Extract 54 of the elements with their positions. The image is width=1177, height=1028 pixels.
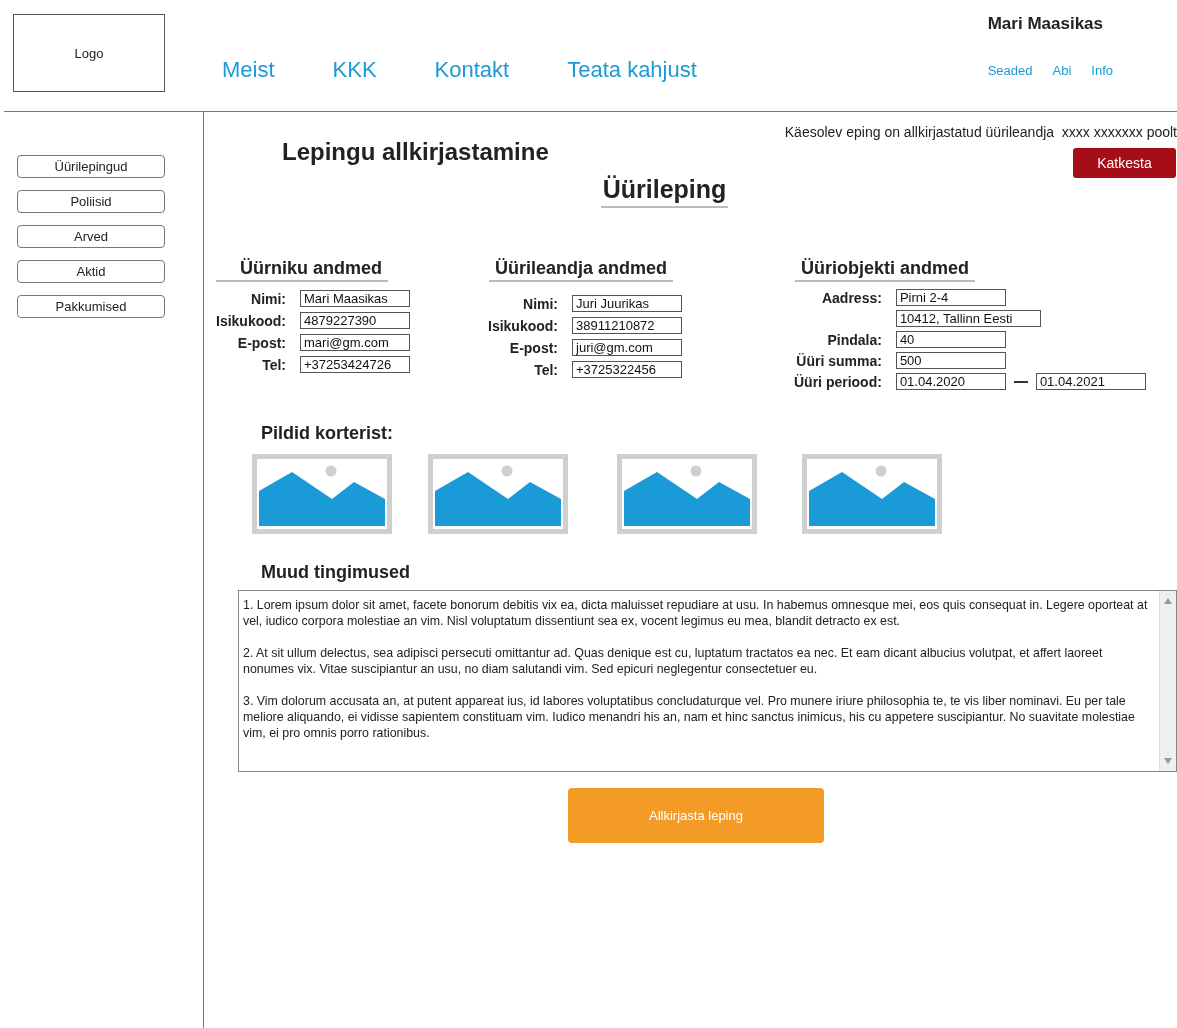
- terms-paragraph: 2. At sit ullum delectus, sea adipisci persecuti omittantur ad. Quas denique est cu, luptatum tractatos ea nec. Et eam dicant albucius volutpat, et affert laoreet nonumes vix. Vitae suscipiantur an usu, no diam salutandi vim. Sed epicuri neglegentur consectetuer eu.: [243, 645, 1104, 677]
- cancel-button[interactable]: Katkesta: [1073, 148, 1176, 178]
- sidebar-button[interactable]: Pakkumised: [17, 295, 165, 318]
- field-label: Tel:: [261, 356, 286, 373]
- image-placeholder-icon: [802, 454, 942, 534]
- input-field[interactable]: Pirni 2-4: [895, 289, 1006, 306]
- logo: Logo: [13, 14, 165, 92]
- field-label: Üüri summa:: [795, 352, 882, 369]
- input-field[interactable]: juri@gm.com: [572, 339, 682, 356]
- input-field[interactable]: 10412, Tallinn Eesti: [895, 310, 1041, 327]
- field-label: Tel:: [533, 361, 558, 378]
- field-label: Üüri periood:: [794, 373, 882, 390]
- scroll-up-icon[interactable]: [1163, 597, 1173, 605]
- input-field[interactable]: Mari Maasikas: [300, 290, 410, 307]
- section-heading: Üürniku andmed: [216, 258, 388, 282]
- field-label: Pindala:: [826, 331, 882, 348]
- section-heading: Muud tingimused: [261, 562, 411, 583]
- field-label: Isikukood:: [488, 317, 558, 334]
- user-name: Mari Maasikas: [987, 14, 1103, 34]
- image-placeholder-icon: [428, 454, 568, 534]
- input-field[interactable]: 40: [895, 331, 1006, 348]
- scroll-down-icon[interactable]: [1163, 757, 1173, 765]
- input-field[interactable]: +37253424726: [300, 356, 410, 373]
- input-field[interactable]: 38911210872: [572, 317, 682, 334]
- contract-title: Üürileping: [600, 175, 729, 208]
- notice-text: Käesolev eping on allkirjastatud üürileandja xxxx xxxxxxx poolt: [784, 124, 1177, 140]
- section-heading: Pildid korterist:: [261, 423, 395, 444]
- terms-text-area[interactable]: [238, 590, 1177, 772]
- input-field[interactable]: 01.04.2021: [1035, 373, 1146, 390]
- input-field[interactable]: Juri Juurikas: [572, 295, 682, 312]
- range-dash: [1013, 380, 1028, 383]
- field-label: E-post:: [236, 334, 286, 351]
- sidebar-button[interactable]: Üürilepingud: [17, 155, 165, 178]
- scrollbar[interactable]: [1159, 591, 1176, 771]
- field-label: Aadress:: [820, 289, 882, 306]
- field-label: Isikukood:: [216, 312, 286, 329]
- terms-paragraph: 3. Vim dolorum accusata an, at putent appareat ius, id labores voluptatibus concludaturque vel. Pro munere iriure philosophia te, te vis liber nominavi. Eu per tale meliore aliquando, ei vidisse sapientem constituam vim. Iudico menandri his an, nam et hinc sanctus inimicus, his cu appetere suscipiantur. No suavitate molestiae vim, ei pro omnis porro rationibus.: [243, 693, 1136, 741]
- sidebar-button[interactable]: Aktid: [17, 260, 165, 283]
- image-placeholder-icon: [252, 454, 392, 534]
- section-heading: Üüriobjekti andmed: [795, 258, 976, 282]
- input-field[interactable]: mari@gm.com: [300, 334, 410, 351]
- image-placeholder-icon: [617, 454, 757, 534]
- sidebar-button[interactable]: Arved: [17, 225, 165, 248]
- section-heading: Üürileandja andmed: [489, 258, 674, 282]
- input-field[interactable]: +3725322456: [572, 361, 682, 378]
- field-label: Nimi:: [522, 295, 558, 312]
- sidebar-button[interactable]: Poliisid: [17, 190, 165, 213]
- input-field[interactable]: 500: [895, 352, 1006, 369]
- input-field[interactable]: 4879227390: [300, 312, 410, 329]
- page-title: Lepingu allkirjastamine: [282, 138, 549, 167]
- field-label: Nimi:: [250, 290, 286, 307]
- input-field[interactable]: 01.04.2020: [895, 373, 1006, 390]
- field-label: E-post:: [508, 339, 558, 356]
- terms-paragraph: 1. Lorem ipsum dolor sit amet, facete bonorum debitis vix ea, dicta maluisset repudiare at usu. In habemus omnesque mei, eos quis consequat in. Legere oporteat at vel, iudico corpora molestiae an vim. Nisl voluptatum dissentiunt sea ex, vocent legimus eu mea, blandit detracto ex est.: [243, 597, 1149, 629]
